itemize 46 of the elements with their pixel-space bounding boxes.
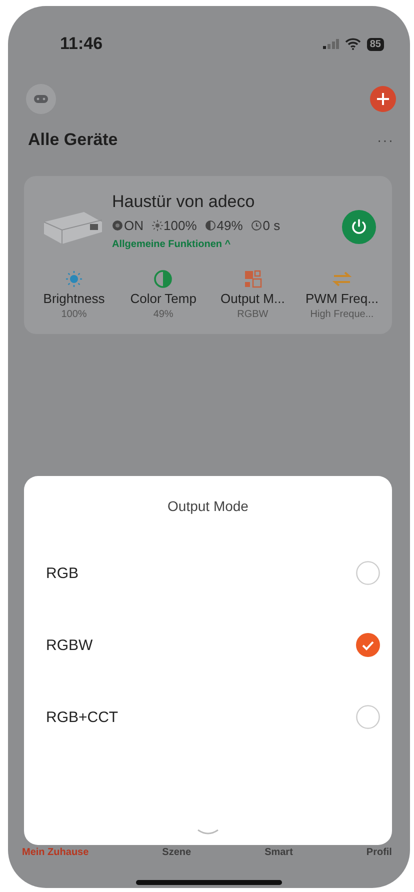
option-label: RGB — [46, 564, 79, 582]
page-title: Alle Geräte — [28, 130, 118, 150]
function-value: 49% — [153, 309, 174, 320]
swap-arrows-icon[interactable] — [332, 270, 352, 288]
status-reading: ON — [112, 218, 144, 233]
sun-icon — [152, 220, 162, 231]
power-dot-icon — [112, 220, 123, 231]
status-reading: 100% — [152, 218, 197, 233]
option-label: RGB+CCT — [46, 708, 118, 726]
option-label: RGBW — [46, 636, 93, 654]
clock-icon — [250, 220, 262, 231]
add-icon[interactable] — [370, 86, 396, 112]
radio-icon[interactable] — [356, 705, 380, 729]
device-card[interactable]: Haustür von adeco ON 100% 49% 0 s Allgemeine Funktionen ^ Brightness 100% Color Temp 49% Output M... RGBW PWM Freq... High Freque... — [24, 176, 392, 334]
status-reading: 0 s — [250, 218, 280, 233]
tab-item[interactable]: Smart — [264, 847, 293, 858]
more-button[interactable]: ··· — [377, 132, 394, 148]
half-circle-icon — [204, 220, 216, 231]
function-label[interactable]: Brightness — [43, 291, 105, 306]
status-reading: 49% — [204, 218, 243, 233]
function-label[interactable]: Output M... — [220, 291, 285, 306]
checked-radio-icon[interactable] — [356, 633, 380, 657]
function-label[interactable]: Color Temp — [130, 291, 196, 306]
option-row[interactable]: RGBW — [24, 628, 392, 662]
sun-icon[interactable] — [65, 270, 83, 288]
chevron-down-icon[interactable] — [197, 829, 219, 835]
tab-item[interactable]: Profil — [366, 847, 392, 858]
function-value: 100% — [61, 309, 87, 320]
tab-item[interactable]: Szene — [162, 847, 192, 858]
wifi-icon — [344, 38, 361, 50]
function-value: RGBW — [237, 309, 268, 320]
sheet-title: Output Mode — [168, 498, 248, 514]
function-label[interactable]: PWM Freq... — [306, 291, 378, 306]
status-time: 11:46 — [60, 34, 103, 54]
function-value: High Freque... — [310, 309, 374, 320]
half-circle-icon[interactable] — [154, 270, 172, 288]
device-name: Haustür von adeco — [112, 192, 256, 212]
signal-icon — [322, 39, 339, 49]
home-avatar-icon[interactable] — [26, 84, 56, 114]
power-icon — [350, 218, 368, 236]
power-button[interactable] — [342, 210, 376, 244]
option-row[interactable]: RGB+CCT — [24, 700, 392, 734]
grid-squares-icon[interactable] — [244, 270, 262, 288]
option-row[interactable]: RGB — [24, 556, 392, 590]
radio-icon[interactable] — [356, 561, 380, 585]
battery-level: 85 — [366, 38, 384, 50]
